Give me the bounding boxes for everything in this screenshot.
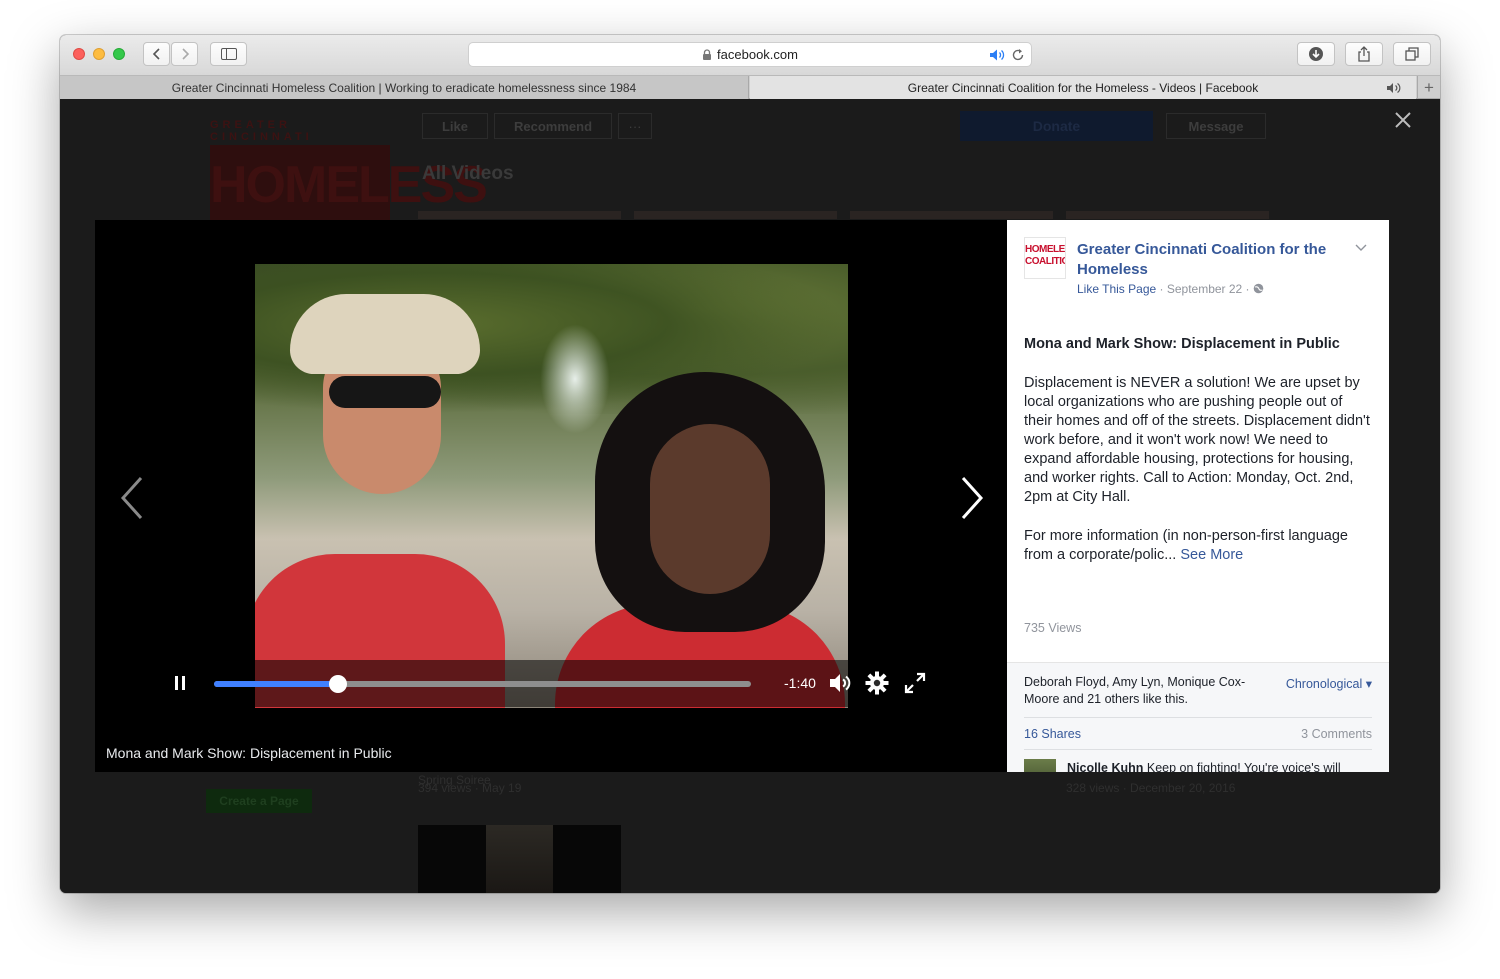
logo-top-text: GREATER CINCINNATI bbox=[210, 119, 313, 143]
globe-icon bbox=[1253, 283, 1264, 294]
volume-icon[interactable] bbox=[829, 672, 855, 694]
page-name-link[interactable]: Greater Cincinnati Coalition for the Hom… bbox=[1077, 240, 1347, 280]
person-woman-face bbox=[650, 424, 770, 594]
donate-button[interactable]: Donate bbox=[960, 111, 1153, 141]
chevron-left-icon bbox=[152, 48, 160, 60]
close-icon[interactable] bbox=[1394, 111, 1412, 129]
avatar-logo-text: HOMELESS COALITION bbox=[1025, 244, 1065, 267]
video-thumbnail-bottom[interactable] bbox=[418, 825, 621, 893]
tab-homeless-coalition[interactable]: Greater Cincinnati Homeless Coalition | … bbox=[60, 76, 749, 99]
tab-facebook-videos[interactable]: Greater Cincinnati Coalition for the Hom… bbox=[750, 76, 1416, 99]
page-avatar[interactable]: HOMELESS COALITION bbox=[1024, 237, 1066, 279]
logo-main-text: HOMELESS bbox=[210, 145, 488, 225]
fullscreen-icon[interactable] bbox=[904, 672, 926, 694]
divider bbox=[1024, 749, 1372, 750]
comment: Nicolle Kuhn Keep on fighting! You're vo… bbox=[1067, 761, 1377, 772]
like-label: Like bbox=[441, 118, 468, 134]
video-thumbnail[interactable] bbox=[1066, 211, 1269, 219]
page-logo: GREATER CINCINNATI HOMELESS bbox=[210, 119, 488, 229]
progress-track[interactable] bbox=[214, 675, 751, 693]
comments-count[interactable]: 3 Comments bbox=[1301, 727, 1372, 741]
browser-window: facebook.com Greater Cincinnati Homeless… bbox=[60, 35, 1440, 893]
message-label: Message bbox=[1188, 118, 1244, 134]
browser-toolbar: facebook.com bbox=[60, 35, 1440, 75]
progress-scrubber[interactable] bbox=[328, 675, 347, 693]
post-meta: Like This Page · September 22 · bbox=[1077, 282, 1264, 296]
comment-text: Keep on fighting! You're voice's will bbox=[1146, 761, 1341, 772]
progress-fill bbox=[214, 681, 338, 687]
video-right-meta: 328 views · December 20, 2016 bbox=[1066, 781, 1236, 795]
reactions-section: Deborah Floyd, Amy Lyn, Monique Cox-Moor… bbox=[1007, 662, 1389, 772]
tabs-overview-icon bbox=[1405, 47, 1419, 61]
post-title: Mona and Mark Show: Displacement in Publ… bbox=[1024, 336, 1340, 352]
like-this-page-link[interactable]: Like This Page bbox=[1077, 282, 1156, 296]
chevron-right-icon bbox=[181, 48, 189, 60]
shares-link[interactable]: 16 Shares bbox=[1024, 727, 1081, 741]
comment-sort-dropdown[interactable]: Chronological ▾ bbox=[1286, 676, 1372, 691]
video-thumbnail[interactable] bbox=[850, 211, 1053, 219]
post-panel: HOMELESS COALITION Greater Cincinnati Co… bbox=[1007, 220, 1389, 772]
tab-title: Greater Cincinnati Coalition for the Hom… bbox=[907, 80, 1259, 95]
recommend-button[interactable]: Recommend bbox=[494, 113, 612, 139]
time-remaining: -1:40 bbox=[784, 675, 816, 691]
zoom-window-button[interactable] bbox=[113, 48, 125, 60]
post-date: · September 22 · bbox=[1159, 282, 1250, 296]
next-video-arrow-icon[interactable] bbox=[957, 474, 987, 522]
divider bbox=[1024, 717, 1372, 718]
see-more-link[interactable]: See More bbox=[1180, 547, 1243, 563]
url-text: facebook.com bbox=[717, 47, 798, 62]
chevron-down-icon[interactable] bbox=[1355, 244, 1367, 252]
tab-title: Greater Cincinnati Homeless Coalition | … bbox=[171, 80, 637, 95]
post-body: Displacement is NEVER a solution! We are… bbox=[1024, 375, 1370, 505]
more-options-button[interactable]: ··· bbox=[618, 113, 652, 139]
commenter-avatar[interactable] bbox=[1024, 759, 1056, 772]
post-more-info: For more information (in non-person-firs… bbox=[1024, 527, 1374, 565]
page-content: GREATER CINCINNATI HOMELESS Like Recomme… bbox=[60, 99, 1440, 893]
create-page-label: Create a Page bbox=[219, 794, 299, 808]
thumbnail-image bbox=[486, 825, 553, 893]
video-frame[interactable] bbox=[255, 264, 848, 708]
audio-playing-icon[interactable] bbox=[989, 48, 1007, 62]
settings-gear-icon[interactable] bbox=[865, 671, 889, 695]
close-window-button[interactable] bbox=[73, 48, 85, 60]
video-left-meta: 394 views · May 19 bbox=[418, 781, 522, 795]
more-label: ··· bbox=[628, 118, 642, 134]
download-icon bbox=[1309, 47, 1323, 61]
share-icon bbox=[1358, 46, 1370, 62]
minimize-window-button[interactable] bbox=[93, 48, 105, 60]
downloads-button[interactable] bbox=[1297, 42, 1335, 66]
like-page-button[interactable]: Like bbox=[422, 113, 488, 139]
recommend-label: Recommend bbox=[513, 118, 593, 134]
person-man-sunglasses bbox=[329, 376, 441, 408]
person-man-hat bbox=[290, 294, 480, 374]
pause-icon[interactable] bbox=[173, 675, 187, 691]
address-bar[interactable]: facebook.com bbox=[468, 42, 1032, 67]
video-thumbnail[interactable] bbox=[634, 211, 837, 219]
comment-author[interactable]: Nicolle Kuhn bbox=[1067, 761, 1143, 772]
forward-button[interactable] bbox=[171, 42, 198, 66]
lock-icon bbox=[703, 48, 712, 60]
likes-summary[interactable]: Deborah Floyd, Amy Lyn, Monique Cox-Moor… bbox=[1024, 674, 1264, 708]
reload-icon[interactable] bbox=[1011, 48, 1025, 62]
message-button[interactable]: Message bbox=[1166, 113, 1266, 139]
video-controls: -1:40 bbox=[155, 660, 947, 707]
section-title: All Videos bbox=[422, 163, 514, 184]
share-button[interactable] bbox=[1345, 42, 1383, 66]
show-tabs-button[interactable] bbox=[1393, 42, 1431, 66]
tab-bar: Greater Cincinnati Homeless Coalition | … bbox=[60, 75, 1440, 99]
create-page-button[interactable]: Create a Page bbox=[206, 789, 312, 813]
new-tab-button[interactable]: + bbox=[1417, 76, 1440, 99]
back-button[interactable] bbox=[143, 42, 170, 66]
video-thumbnail[interactable] bbox=[418, 211, 621, 219]
view-count: 735 Views bbox=[1024, 621, 1082, 635]
video-sky bbox=[540, 324, 610, 434]
previous-video-arrow-icon[interactable] bbox=[117, 474, 147, 522]
sidebar-button[interactable] bbox=[210, 42, 247, 66]
donate-label: Donate bbox=[1032, 118, 1081, 134]
video-caption: Mona and Mark Show: Displacement in Publ… bbox=[106, 745, 392, 761]
tab-audio-icon[interactable] bbox=[1386, 82, 1404, 94]
sidebar-icon bbox=[220, 48, 237, 60]
